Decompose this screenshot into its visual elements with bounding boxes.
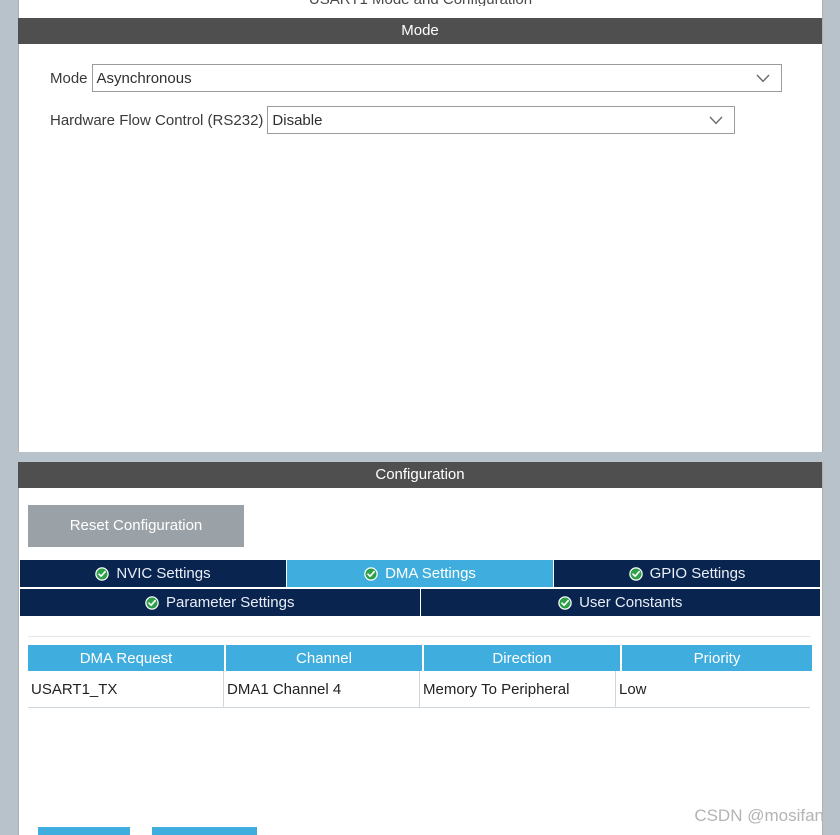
table-column-header[interactable]: Direction bbox=[424, 645, 620, 671]
tab-gpio-settings[interactable]: GPIO Settings bbox=[554, 560, 820, 587]
table-cell: Low bbox=[619, 680, 647, 698]
green-check-icon bbox=[95, 566, 110, 581]
footer-button-primary[interactable] bbox=[38, 827, 130, 835]
mode-select[interactable]: Asynchronous bbox=[91, 64, 782, 92]
green-check-icon bbox=[628, 566, 643, 581]
table-column-header[interactable]: Channel bbox=[226, 645, 422, 671]
tab-label: NVIC Settings bbox=[116, 565, 211, 582]
table-cell: USART1_TX bbox=[28, 671, 224, 707]
tab-label: DMA Settings bbox=[385, 565, 476, 582]
hardware-flow-control-value: Disable bbox=[272, 111, 323, 129]
green-check-icon bbox=[145, 595, 159, 610]
configuration-section-header: Configuration bbox=[18, 462, 822, 488]
mode-section-header: Mode bbox=[18, 18, 822, 44]
green-check-icon bbox=[364, 566, 378, 581]
table-cell: DMA1 Channel 4 bbox=[224, 671, 420, 707]
tab-parameter-settings[interactable]: Parameter Settings bbox=[20, 589, 421, 616]
table-column-header[interactable]: Priority bbox=[622, 645, 812, 671]
watermark-text: CSDN @mosifan bbox=[694, 806, 824, 825]
table-column-header[interactable]: DMA Request bbox=[28, 645, 224, 671]
reset-configuration-button[interactable]: Reset Configuration bbox=[28, 505, 244, 547]
tab-nvic-settings[interactable]: NVIC Settings bbox=[20, 560, 287, 587]
page-title: USART1 Mode and Configuration bbox=[19, 0, 822, 6]
tab-user-constants[interactable]: User Constants bbox=[420, 589, 820, 616]
tab-label: Parameter Settings bbox=[166, 594, 295, 611]
tab-label: User Constants bbox=[579, 594, 683, 611]
table-cell: Memory To Peripheral bbox=[420, 671, 616, 707]
usart-configuration-window: USART1 Mode and Configuration Mode Mode … bbox=[0, 0, 840, 835]
tab-dma-settings[interactable]: DMA Settings bbox=[287, 560, 554, 587]
chevron-down-icon bbox=[755, 65, 771, 91]
table-top-rule bbox=[28, 636, 810, 637]
settings-tab-row-secondary: Parameter Settings User Constants bbox=[20, 589, 820, 616]
dma-request-table: DMA Request Channel Direction Priority USAR… bbox=[28, 645, 812, 708]
panel-divider bbox=[0, 452, 840, 462]
tab-label: GPIO Settings bbox=[649, 565, 746, 582]
chevron-down-icon bbox=[708, 107, 724, 133]
settings-tab-row-primary: NVIC Settings DMA Settings GPIO Settings bbox=[20, 560, 820, 587]
mode-select-value: Asynchronous bbox=[96, 69, 192, 87]
green-check-icon bbox=[558, 595, 572, 610]
table-body: USART1_TX DMA1 Channel 4 Memory To Periphe… bbox=[28, 671, 810, 708]
table-header-row: DMA Request Channel Direction Priority bbox=[28, 645, 812, 671]
hardware-flow-control-label: Hardware Flow Control (RS232) bbox=[50, 111, 264, 129]
footer-button-secondary[interactable] bbox=[152, 827, 257, 835]
hardware-flow-control-field-row: Hardware Flow Control (RS232) Disable bbox=[50, 106, 736, 134]
table-row[interactable]: USART1_TX DMA1 Channel 4 Memory To Periphe… bbox=[28, 671, 810, 708]
hardware-flow-control-select[interactable]: Disable bbox=[267, 106, 736, 134]
mode-field-label: Mode bbox=[50, 69, 88, 87]
mode-field-row: Mode Asynchronous bbox=[50, 64, 782, 92]
